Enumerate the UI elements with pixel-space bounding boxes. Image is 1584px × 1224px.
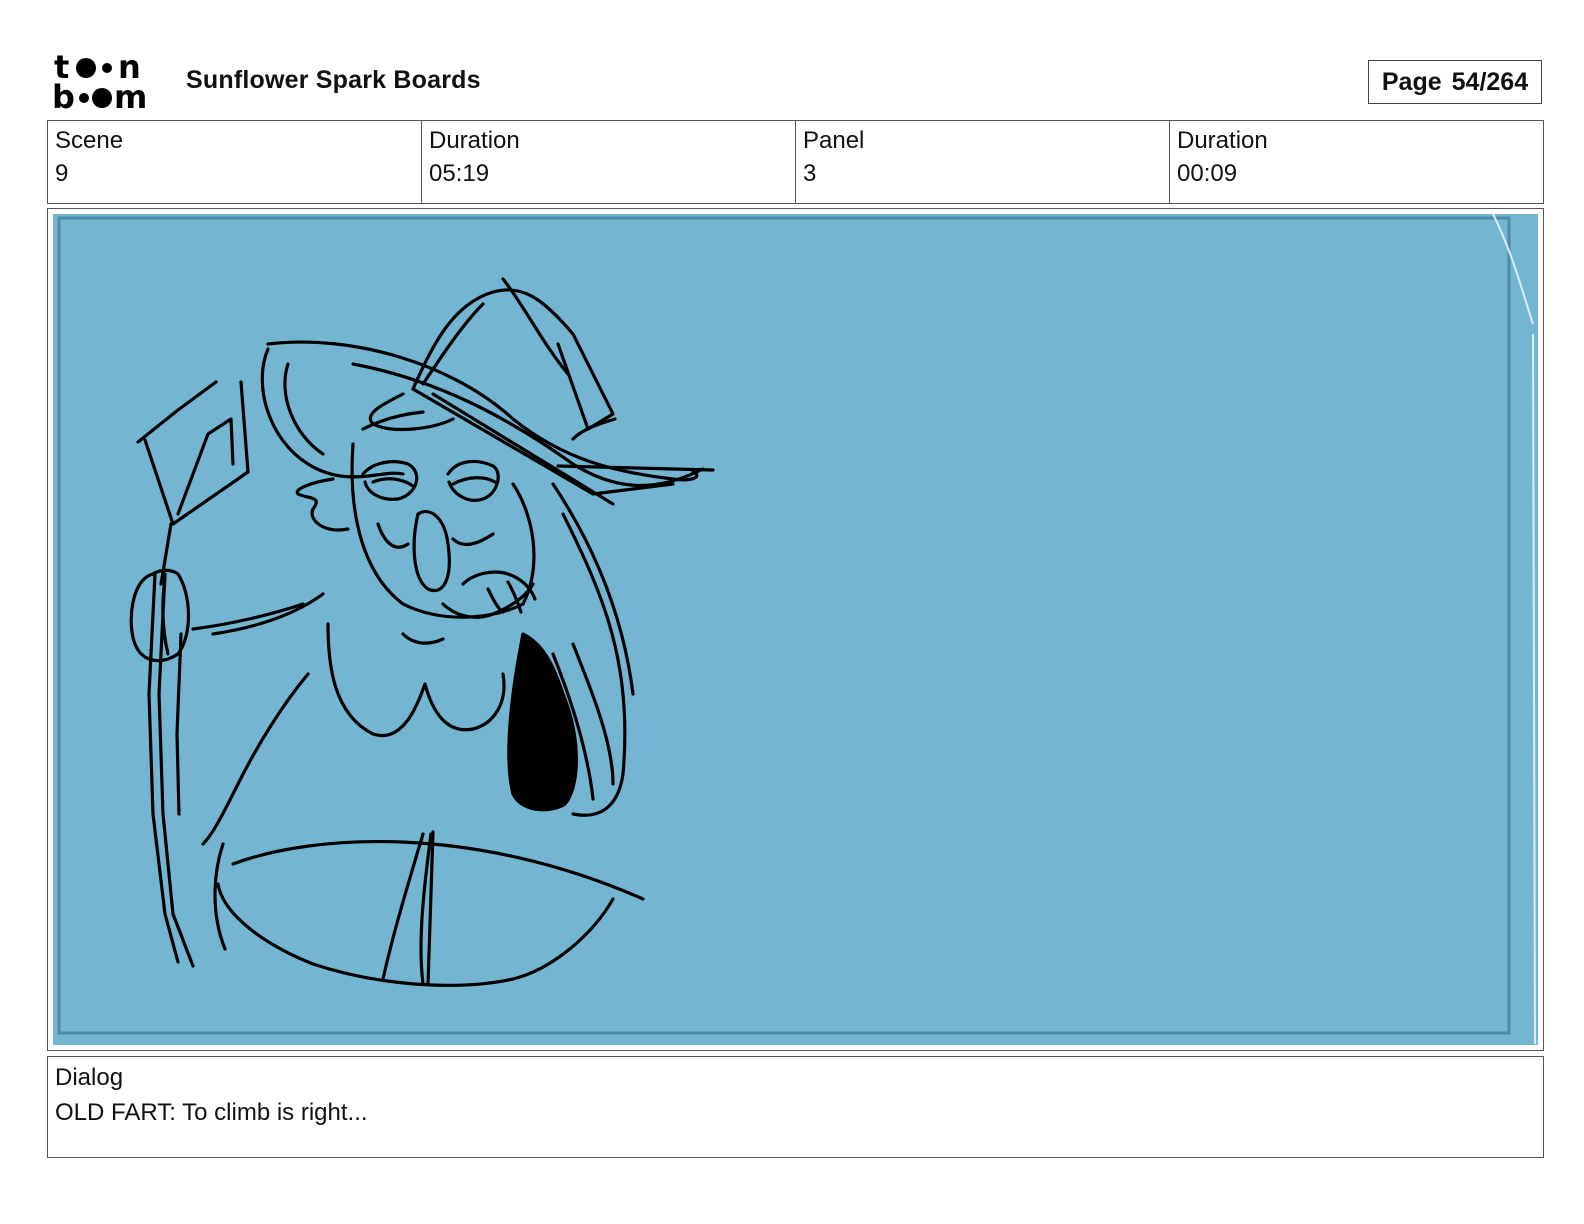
panel-duration-value: 00:09	[1177, 160, 1238, 187]
dialog-text: OLD FART: To climb is right...	[55, 1099, 368, 1126]
toon-boom-logo: t n b m	[52, 50, 164, 112]
dialog-label: Dialog	[55, 1064, 124, 1091]
svg-text:m: m	[114, 78, 147, 112]
storyboard-title: Sunflower Spark Boards	[186, 66, 481, 94]
svg-text:b: b	[52, 78, 75, 112]
scene-cell: Scene 9	[48, 121, 422, 203]
character-sketch	[57, 214, 1536, 1045]
scene-duration-value: 05:19	[429, 160, 490, 187]
panel-info-table: Scene 9 Duration 05:19 Panel 3 Duration …	[47, 120, 1544, 204]
page-indicator: Page 54/264	[1368, 60, 1542, 104]
scene-duration-label: Duration	[429, 127, 520, 154]
dialog-box: Dialog OLD FART: To climb is right...	[47, 1056, 1544, 1158]
panel-duration-cell: Duration 00:09	[1170, 121, 1543, 203]
scene-label: Scene	[55, 127, 124, 154]
panel-cell: Panel 3	[796, 121, 1170, 203]
panel-value: 3	[803, 160, 817, 187]
scene-duration-cell: Duration 05:19	[422, 121, 796, 203]
page-value: 54/264	[1451, 67, 1529, 96]
panel-frame	[47, 208, 1544, 1051]
page-label: Page	[1381, 67, 1442, 96]
logo-graphic: t n b m	[52, 50, 147, 112]
panel-image	[53, 214, 1538, 1045]
scene-value: 9	[55, 160, 69, 187]
panel-duration-label: Duration	[1177, 127, 1268, 154]
panel-label: Panel	[803, 127, 865, 154]
